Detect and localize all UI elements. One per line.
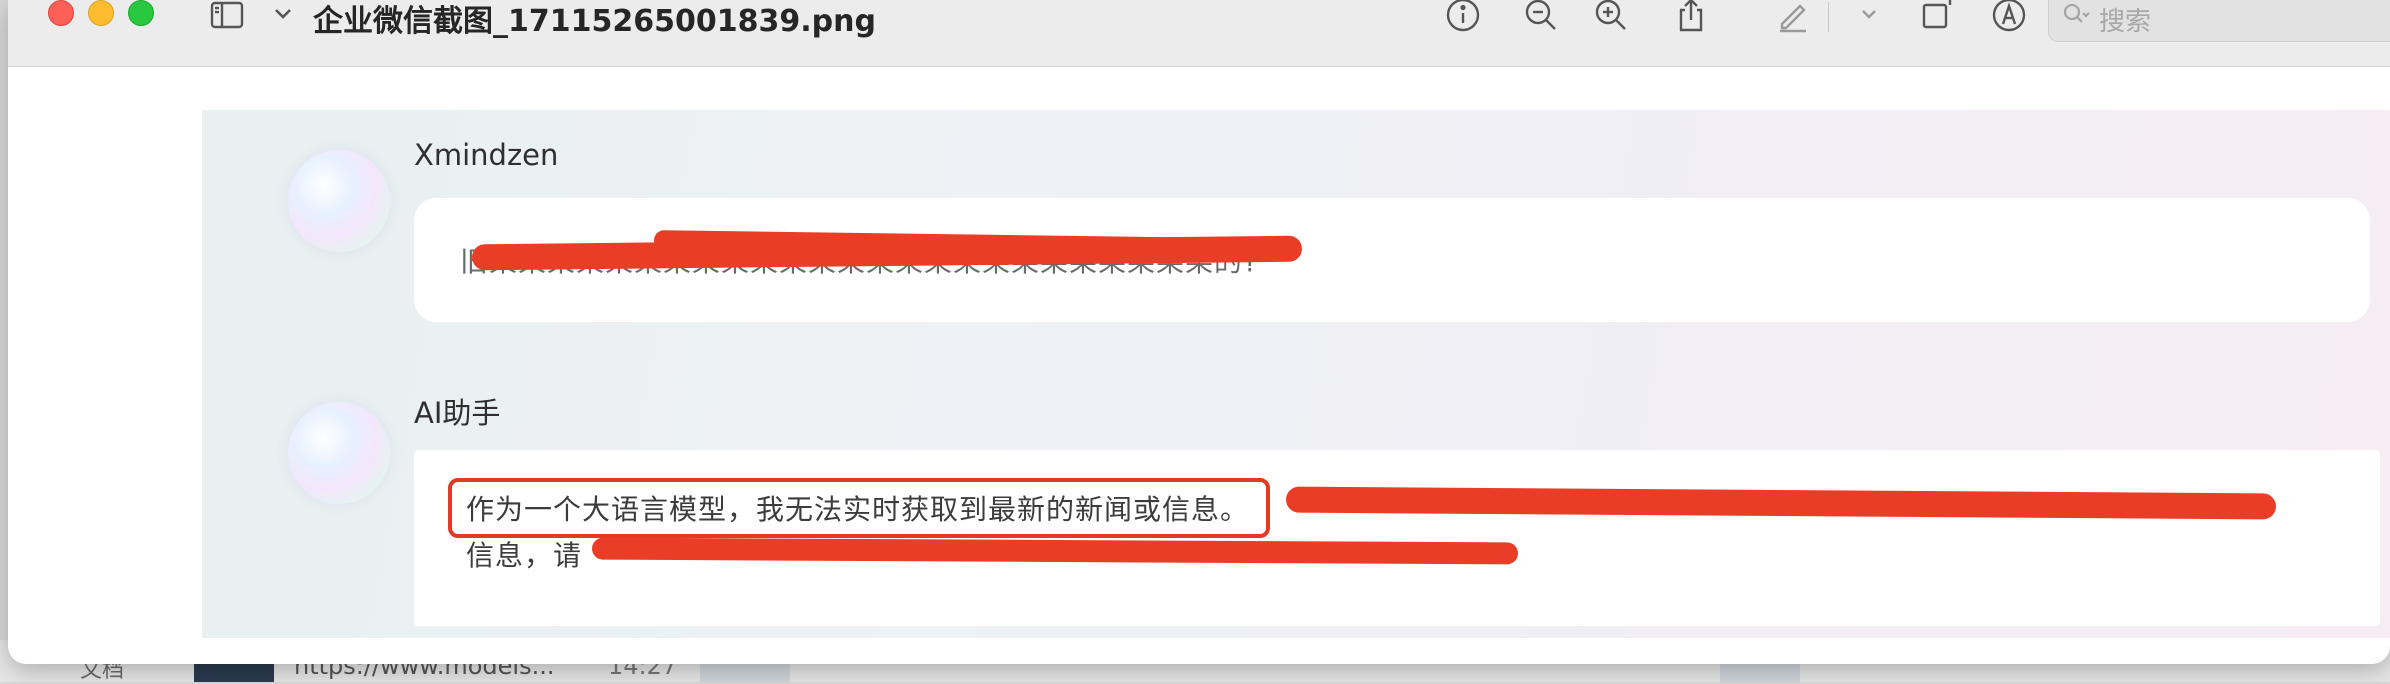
- pen-icon[interactable]: [1774, 0, 1812, 34]
- crop-icon[interactable]: [1918, 0, 1956, 34]
- assistant-highlighted-sentence: 作为一个大语言模型，我无法实时获取到最新的新闻或信息。: [466, 493, 1250, 526]
- assistant-line2-prefix: 信息，请: [466, 539, 583, 572]
- user-message-bubble: 旧某某某某某某某某某某某某某某某某某某某某某某某某某的?: [414, 198, 2370, 322]
- zoom-out-icon[interactable]: [1522, 0, 1560, 34]
- minimize-window-button[interactable]: [88, 0, 114, 26]
- search-placeholder: 搜索: [2099, 7, 2152, 37]
- fullscreen-window-button[interactable]: [128, 0, 154, 26]
- preview-window: 企业微信截图_17115265001839.png 搜索 Xmindzen AI…: [8, 0, 2390, 664]
- redaction-mark: [1285, 486, 2277, 520]
- chevron-down-icon[interactable]: [264, 0, 291, 34]
- window-title: 企业微信截图_17115265001839.png: [313, 4, 876, 39]
- annotate-icon[interactable]: [1990, 0, 2028, 34]
- search-icon: [2063, 3, 2090, 23]
- close-window-button[interactable]: [48, 0, 74, 26]
- search-field[interactable]: 搜索: [2048, 0, 2390, 42]
- assistant-avatar: [288, 402, 390, 504]
- user-avatar: [288, 150, 390, 252]
- user-name: Xmindzen: [414, 138, 559, 172]
- toolbar-separator: [1828, 2, 1829, 32]
- zoom-in-icon[interactable]: [1592, 0, 1630, 34]
- redaction-mark: [591, 537, 1519, 565]
- assistant-message-bubble: 作为一个大语言模型，我无法实时获取到最新的新闻或信息。 信息，请: [414, 450, 2380, 626]
- sidebar-icon[interactable]: [208, 0, 246, 34]
- markup-chevron-down-icon[interactable]: [1850, 0, 1876, 34]
- image-content: Xmindzen 旧某某某某某某某某某某某某某某某某某某某某某某某某某的? AI…: [202, 110, 2390, 638]
- info-icon[interactable]: [1444, 0, 1482, 34]
- titlebar: 企业微信截图_17115265001839.png 搜索: [8, 0, 2390, 67]
- assistant-name: AI助手: [414, 396, 501, 430]
- share-icon[interactable]: [1672, 0, 1710, 34]
